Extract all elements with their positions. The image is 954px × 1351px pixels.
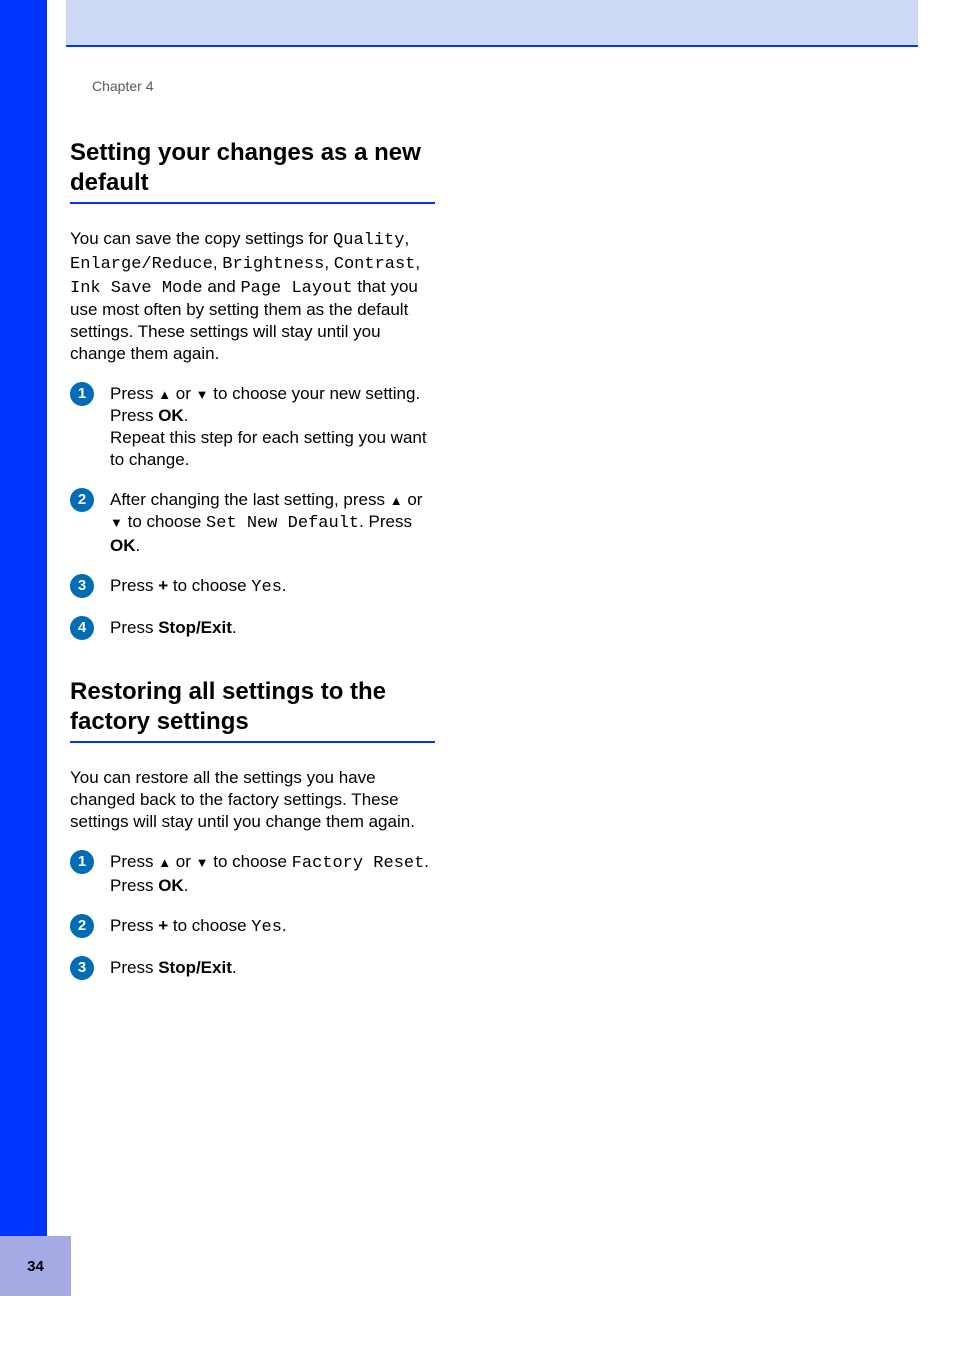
ok-label: OK [110,536,136,555]
step-text: Press [110,384,158,403]
step-text: . [232,618,237,637]
page-number-box: 34 [0,1236,71,1296]
down-arrow-icon: ▼ [196,855,209,872]
step-text: . [136,536,141,555]
step-text: to choose [123,512,206,531]
section1-title: Setting your changes as a new default [70,138,435,204]
mono-ink-save: Ink Save Mode [70,279,203,298]
step-text: or [171,852,196,871]
mono-quality: Quality [333,231,404,250]
step-2: Press + to choose Yes. [70,915,435,939]
left-sidebar-stripe [0,0,47,1296]
page-number: 34 [27,1258,44,1275]
plus-label: + [158,916,168,935]
up-arrow-icon: ▲ [158,855,171,872]
step-text: to choose [168,576,251,595]
down-arrow-icon: ▼ [196,387,209,404]
intro-text: You can save the copy settings for [70,229,333,248]
sep: , [324,253,333,272]
step-text: to choose [168,916,251,935]
step-2: After changing the last setting, press ▲… [70,489,435,557]
and: and [203,277,241,296]
step-text: or [403,490,423,509]
sep: , [213,253,222,272]
up-arrow-icon: ▲ [390,493,403,510]
mono-factory-reset: Factory Reset [292,854,425,873]
main-content: Setting your changes as a new default Yo… [70,138,435,997]
step-text: . [184,876,189,895]
chapter-label: Chapter 4 [92,78,153,94]
down-arrow-icon: ▼ [110,515,123,532]
step-text: . [232,958,237,977]
sep: , [415,253,420,272]
step-text: After changing the last setting, press [110,490,390,509]
plus-label: + [158,576,168,595]
stop-exit-label: Stop/Exit [158,958,232,977]
step-text: to choose [209,852,292,871]
section1-steps: Press ▲ or ▼ to choose your new setting.… [70,383,435,640]
section2-intro: You can restore all the settings you hav… [70,767,435,832]
section2-title: Restoring all settings to the factory se… [70,677,435,743]
top-header-band [66,0,918,47]
sep: , [404,229,409,248]
step-1: Press ▲ or ▼ to choose Factory Reset. Pr… [70,851,435,897]
step-text: Press [110,876,158,895]
step-text: or [171,384,196,403]
ok-label: OK [158,876,184,895]
step-text: Press [110,618,158,637]
step-4: Press Stop/Exit. [70,617,435,639]
step-text: . [282,576,287,595]
step-1: Press ▲ or ▼ to choose your new setting.… [70,383,435,471]
section2: Restoring all settings to the factory se… [70,677,435,979]
step-text: Press [110,916,158,935]
mono-set-new-default: Set New Default [206,514,359,533]
mono-yes: Yes [251,578,282,597]
step-text: . [184,406,189,425]
stop-exit-label: Stop/Exit [158,618,232,637]
section1-intro: You can save the copy settings for Quali… [70,228,435,365]
mono-yes: Yes [251,918,282,937]
step-text: . [282,916,287,935]
mono-contrast: Contrast [334,255,416,274]
step-text: Press [110,852,158,871]
mono-enlarge-reduce: Enlarge/Reduce [70,255,213,274]
step-text: Repeat this step for each setting you wa… [110,428,427,469]
step-3: Press Stop/Exit. [70,957,435,979]
step-text: Press [110,958,158,977]
step-text: . [424,852,429,871]
mono-brightness: Brightness [222,255,324,274]
ok-label: OK [158,406,184,425]
step-text: Press [110,576,158,595]
mono-page-layout: Page Layout [240,279,352,298]
section2-steps: Press ▲ or ▼ to choose Factory Reset. Pr… [70,851,435,979]
step-3: Press + to choose Yes. [70,575,435,599]
up-arrow-icon: ▲ [158,387,171,404]
step-text: . Press [359,512,412,531]
